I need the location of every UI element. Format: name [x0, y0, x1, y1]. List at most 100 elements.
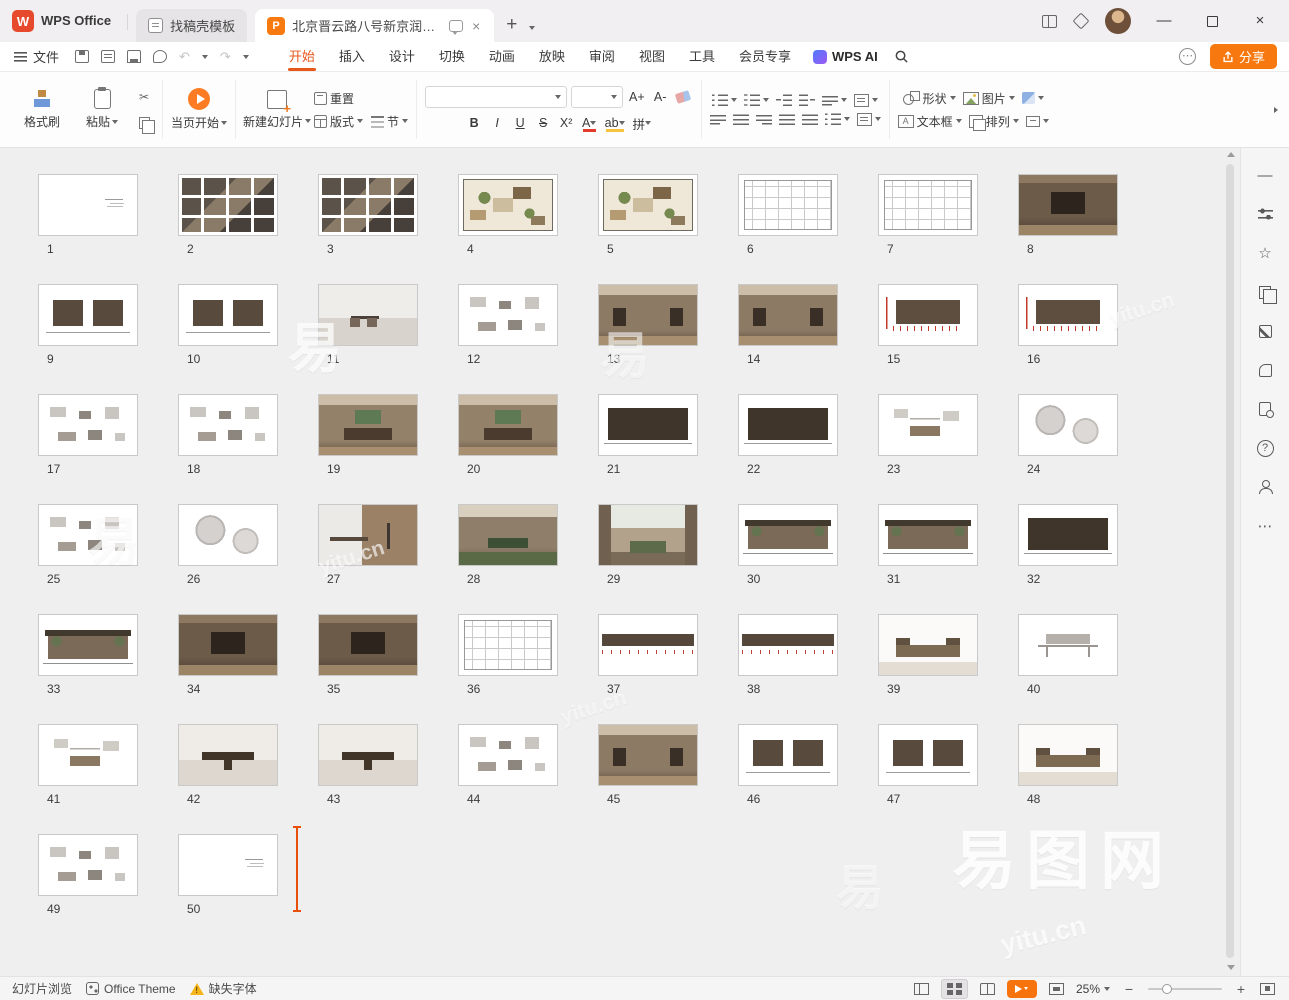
- slide-thumbnail[interactable]: 36: [458, 614, 558, 696]
- clear-format-button[interactable]: [674, 87, 693, 107]
- section-button[interactable]: 节: [371, 113, 408, 130]
- user-avatar[interactable]: [1105, 8, 1131, 34]
- slide-thumbnail[interactable]: 50: [178, 834, 278, 916]
- print-icon[interactable]: [127, 50, 141, 63]
- export-pdf-icon[interactable]: [101, 50, 115, 63]
- slide-thumbnail[interactable]: 1: [38, 174, 138, 256]
- fullscreen-button[interactable]: [1049, 983, 1064, 995]
- tab-insert[interactable]: 插入: [327, 42, 377, 71]
- undo-chevron-icon[interactable]: [202, 55, 208, 59]
- collapse-panel-button[interactable]: —: [1252, 162, 1278, 188]
- tab-list-chevron-icon[interactable]: [529, 26, 535, 30]
- zoom-slider[interactable]: [1148, 982, 1222, 996]
- slide-thumbnail[interactable]: 22: [738, 394, 838, 476]
- zoom-level-select[interactable]: 25%: [1076, 982, 1110, 996]
- increase-font-button[interactable]: A+: [627, 87, 647, 107]
- picture-button[interactable]: 图片: [963, 90, 1015, 107]
- more-settings-icon[interactable]: ⋯: [1179, 48, 1196, 65]
- font-family-select[interactable]: [425, 86, 567, 108]
- play-from-current-button[interactable]: 当页开始: [171, 88, 227, 131]
- slide-thumbnail[interactable]: 2: [178, 174, 278, 256]
- scroll-down-icon[interactable]: [1227, 965, 1235, 970]
- copy-button[interactable]: [134, 114, 154, 132]
- slide-thumbnail[interactable]: 49: [38, 834, 138, 916]
- tab-view[interactable]: 视图: [627, 42, 677, 71]
- layout-button[interactable]: 版式: [314, 113, 363, 130]
- share-button[interactable]: 分享: [1210, 44, 1277, 69]
- theme-indicator[interactable]: Office Theme: [86, 982, 176, 996]
- slide-thumbnail[interactable]: 37: [598, 614, 698, 696]
- slide-thumbnail[interactable]: 5: [598, 174, 698, 256]
- slide-thumbnail[interactable]: 33: [38, 614, 138, 696]
- pinyin-button[interactable]: 拼: [631, 113, 654, 133]
- doc-tab-current[interactable]: P 北京晋云路八号新京润四合院 ×: [255, 9, 494, 42]
- redo-chevron-icon[interactable]: [243, 55, 249, 59]
- tab-slideshow[interactable]: 放映: [527, 42, 577, 71]
- slide-thumbnail[interactable]: 21: [598, 394, 698, 476]
- favorites-button[interactable]: ☆: [1252, 240, 1278, 266]
- underline-button[interactable]: U: [511, 113, 530, 133]
- close-tab-icon[interactable]: ×: [470, 17, 482, 35]
- slide-thumbnail[interactable]: 48: [1018, 724, 1118, 806]
- tab-transition[interactable]: 切换: [427, 42, 477, 71]
- new-tab-button[interactable]: +: [506, 15, 517, 34]
- slide-thumbnail[interactable]: 24: [1018, 394, 1118, 476]
- annotate-button[interactable]: [1252, 318, 1278, 344]
- slide-thumbnail[interactable]: 12: [458, 284, 558, 366]
- slide-thumbnail[interactable]: 9: [38, 284, 138, 366]
- cut-button[interactable]: ✂: [134, 88, 154, 106]
- align-center-button[interactable]: [733, 113, 749, 126]
- scrollbar-thumb[interactable]: [1226, 164, 1234, 958]
- align-left-button[interactable]: [710, 113, 726, 126]
- slide-thumbnail[interactable]: 42: [178, 724, 278, 806]
- strikethrough-button[interactable]: S: [534, 113, 553, 133]
- slide-thumbnail[interactable]: 10: [178, 284, 278, 366]
- fill-color-button[interactable]: [1022, 92, 1044, 104]
- decrease-indent-button[interactable]: [776, 94, 792, 107]
- font-color-button[interactable]: A: [580, 113, 599, 133]
- slideshow-play-button[interactable]: [1007, 980, 1037, 998]
- slide-thumbnail[interactable]: 15: [878, 284, 978, 366]
- increase-indent-button[interactable]: [799, 94, 815, 107]
- bullet-list-button[interactable]: [712, 94, 737, 107]
- slide-thumbnail[interactable]: 20: [458, 394, 558, 476]
- more-tools-button[interactable]: ⋯: [1252, 513, 1278, 539]
- font-size-select[interactable]: [571, 86, 623, 108]
- slide-thumbnail[interactable]: 13: [598, 284, 698, 366]
- columns-button[interactable]: [857, 113, 881, 126]
- close-window-button[interactable]: ×: [1245, 0, 1275, 42]
- slide-thumbnail[interactable]: 17: [38, 394, 138, 476]
- maximize-button[interactable]: [1197, 0, 1227, 42]
- text-direction-button[interactable]: [854, 94, 878, 107]
- paragraph-mark-button[interactable]: [822, 94, 847, 107]
- zoom-out-button[interactable]: −: [1122, 981, 1136, 997]
- minimize-button[interactable]: —: [1149, 0, 1179, 42]
- ribbon-expand-button[interactable]: [1265, 77, 1287, 142]
- tab-design[interactable]: 设计: [377, 42, 427, 71]
- slide-thumbnail[interactable]: 34: [178, 614, 278, 696]
- help-button[interactable]: ?: [1252, 435, 1278, 461]
- invite-button[interactable]: [1252, 474, 1278, 500]
- format-painter-button[interactable]: 格式刷: [14, 89, 70, 130]
- reset-button[interactable]: 重置: [314, 90, 354, 107]
- slide-thumbnail[interactable]: 11: [318, 284, 418, 366]
- slide-thumbnail[interactable]: 19: [318, 394, 418, 476]
- slide-size-button[interactable]: [1026, 116, 1049, 127]
- italic-button[interactable]: I: [488, 113, 507, 133]
- menu-icon[interactable]: [14, 52, 27, 62]
- scroll-up-icon[interactable]: [1227, 152, 1235, 157]
- bold-button[interactable]: B: [465, 113, 484, 133]
- slide-thumbnail[interactable]: 38: [738, 614, 838, 696]
- wps-home-button[interactable]: W WPS Office: [0, 0, 127, 42]
- slide-thumbnail[interactable]: 16: [1018, 284, 1118, 366]
- slide-thumbnail[interactable]: 25: [38, 504, 138, 586]
- slide-thumbnail[interactable]: 6: [738, 174, 838, 256]
- vertical-scrollbar[interactable]: [1224, 150, 1237, 972]
- tab-animation[interactable]: 动画: [477, 42, 527, 71]
- reading-view-button[interactable]: [980, 983, 995, 995]
- settings-button[interactable]: [1252, 201, 1278, 227]
- zoom-slider-handle[interactable]: [1162, 984, 1172, 994]
- slide-thumbnail[interactable]: 29: [598, 504, 698, 586]
- slide-thumbnail[interactable]: 27: [318, 504, 418, 586]
- numbered-list-button[interactable]: [744, 94, 769, 107]
